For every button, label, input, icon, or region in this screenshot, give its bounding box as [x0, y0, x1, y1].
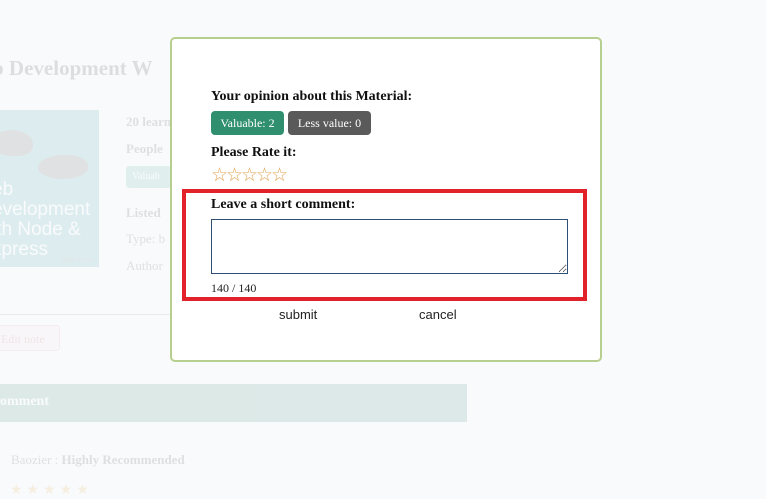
comment-label: Leave a short comment: — [211, 197, 356, 212]
book-cover-image: eb evelopment ith Node & xpress Ethan Br… — [0, 110, 99, 267]
cancel-button[interactable]: cancel — [419, 307, 457, 322]
bird-illustration — [0, 130, 33, 156]
star-icon[interactable]: ☆ — [256, 166, 273, 186]
learners-count: 20 learn — [126, 114, 172, 129]
star-icon[interactable]: ☆ — [271, 166, 288, 186]
opinion-label: Your opinion about this Material: — [211, 89, 413, 104]
submit-button[interactable]: submit — [279, 307, 317, 322]
comment-section-title: omment — [0, 394, 49, 409]
rate-label: Please Rate it: — [211, 145, 297, 160]
type-label: Type: b — [126, 231, 166, 246]
comment-author: Baozier — [11, 452, 52, 467]
edit-note-button[interactable]: Edit note — [0, 325, 60, 351]
author-label: Author — [126, 258, 163, 273]
valuable-button[interactable]: Valuable: 2 — [211, 111, 284, 135]
listed-label: Listed — [126, 205, 161, 220]
less-value-button[interactable]: Less value: 0 — [288, 111, 371, 135]
rate-material-dialog: Your opinion about this Material: Valuab… — [170, 37, 602, 362]
comment-separator: : — [54, 452, 59, 467]
char-counter: 140 / 140 — [211, 281, 257, 295]
comment-text: Highly Recommended — [61, 452, 185, 467]
bird-illustration — [38, 155, 88, 179]
star-icon[interactable]: ☆ — [226, 166, 243, 186]
comment-textarea[interactable] — [211, 219, 568, 274]
book-cover-title: eb evelopment ith Node & xpress — [0, 179, 91, 260]
book-cover-author: Ethan Brown — [61, 257, 93, 263]
people-label: People — [126, 141, 163, 156]
valuable-badge: Valuab — [126, 166, 171, 188]
material-title: b Development W — [0, 56, 153, 80]
comment-section-header: omment — [0, 384, 467, 422]
star-icon[interactable]: ☆ — [241, 166, 258, 186]
star-icon[interactable]: ☆ — [211, 166, 228, 186]
star-rating: ☆☆☆☆☆ — [211, 166, 288, 186]
comment-entry: Baozier : Highly Recommended — [11, 452, 185, 468]
